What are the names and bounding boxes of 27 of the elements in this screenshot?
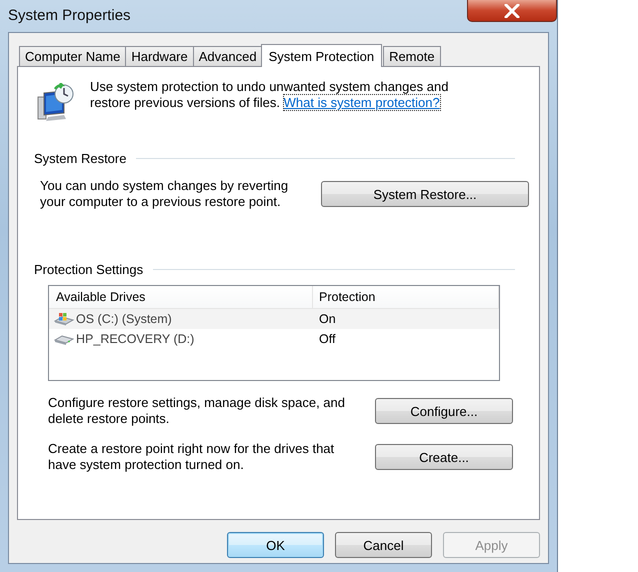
restore-description: You can undo system changes by reverting your computer to a previous restore point. (40, 178, 290, 210)
tab[interactable]: Computer Name (19, 46, 126, 66)
dialog-button[interactable]: OK (227, 532, 324, 558)
help-link[interactable]: What is system protection? (284, 95, 440, 110)
tab[interactable]: Remote (383, 46, 441, 66)
drive-name[interactable]: OS (C:) (System) (49, 309, 313, 329)
tab[interactable]: Advanced (192, 46, 263, 66)
group-heading: Protection Settings (34, 262, 144, 277)
column-header[interactable]: Available Drives (49, 286, 313, 308)
protection-status: On (313, 309, 499, 329)
column-header[interactable]: Protection (313, 286, 499, 308)
close-button[interactable] (467, 0, 557, 22)
action-description: Create a restore point right now for the drives that have system protection turned on. (48, 441, 336, 473)
computer-clock-icon (36, 83, 76, 123)
tab[interactable]: System Protection (260, 44, 382, 67)
action-description: Configure restore settings, manage disk space, and delete restore points. (48, 395, 346, 427)
tab[interactable]: Hardware (125, 46, 194, 66)
group-heading: System Restore (34, 151, 126, 166)
protection-status: Off (318, 331, 336, 348)
drive-name[interactable]: HP_RECOVERY (D:) (49, 329, 313, 349)
system-restore-button[interactable]: System Restore... (321, 181, 529, 207)
action-button[interactable]: Create... (375, 444, 513, 470)
close-icon (504, 4, 520, 18)
intro-text: Use system protection to undo unwanted system changes and restore previous versions of files. What is system protection? (90, 79, 450, 112)
action-button[interactable]: Configure... (375, 398, 513, 424)
window-title: System Properties (8, 7, 131, 24)
dialog-button[interactable]: Cancel (335, 532, 432, 558)
